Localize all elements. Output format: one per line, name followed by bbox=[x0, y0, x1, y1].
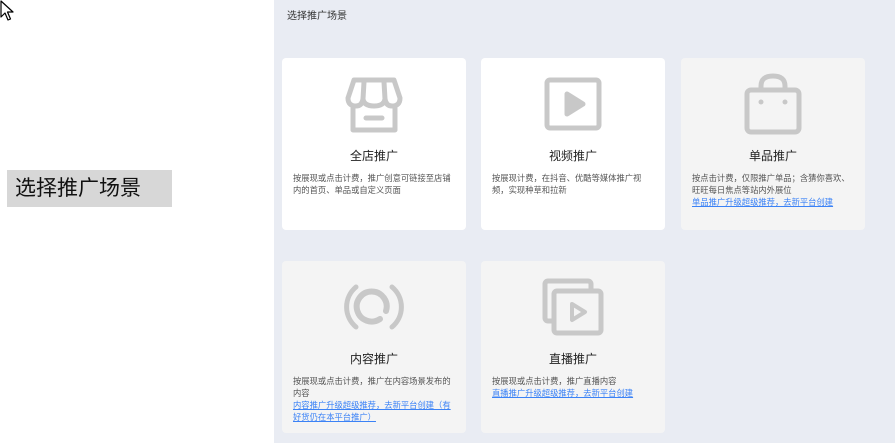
scene-card-content-promotion[interactable]: 内容推广 按展现或点击计费，推广在内容场景发布的内容 内容推广升级超级推荐，去新… bbox=[282, 261, 466, 433]
scene-card-store-promotion[interactable]: 全店推广 按展现或点击计费，推广创意可链接至店铺内的首页、单品或自定义页面 bbox=[282, 58, 466, 230]
card-description: 按展现或点击计费，推广直播内容 bbox=[492, 376, 617, 386]
content-ring-icon bbox=[344, 284, 404, 330]
scene-heading-label: 选择推广场景 bbox=[7, 170, 172, 207]
scene-selection-panel: 选择推广场景 全店推广 按展现或点击计费，推广创意可链接至店铺内的首页、单品或自… bbox=[274, 0, 895, 443]
card-title: 全店推广 bbox=[349, 149, 398, 163]
video-play-icon bbox=[544, 77, 602, 131]
scene-card-live-promotion[interactable]: 直播推广 按展现或点击计费，推广直播内容 直播推广升级超级推荐，去新平台创建 bbox=[481, 261, 665, 433]
shopping-bag-icon bbox=[744, 73, 802, 135]
card-description: 按展现计费，在抖音、优酷等媒体推广视频，实现种草和拉新 bbox=[492, 173, 642, 195]
storefront-icon bbox=[345, 77, 403, 133]
card-title: 视频推广 bbox=[548, 149, 597, 163]
upgrade-link-single-item[interactable]: 单品推广升级超级推荐，去新平台创建 bbox=[692, 196, 854, 208]
upgrade-link-live[interactable]: 直播推广升级超级推荐，去新平台创建 bbox=[492, 387, 654, 399]
card-title: 单品推广 bbox=[748, 149, 797, 163]
scene-card-single-item-promotion[interactable]: 单品推广 按点击计费，仅限推广单品；含猜你喜欢、旺旺每日焦点等站内外展位 单品推… bbox=[681, 58, 865, 230]
panel-title: 选择推广场景 bbox=[287, 11, 347, 22]
mouse-cursor-icon bbox=[0, 0, 14, 21]
card-description: 按展现或点击计费，推广创意可链接至店铺内的首页、单品或自定义页面 bbox=[293, 173, 451, 195]
live-stream-icon bbox=[542, 278, 604, 336]
card-title: 直播推广 bbox=[548, 352, 597, 366]
card-description: 按点击计费，仅限推广单品；含猜你喜欢、旺旺每日焦点等站内外展位 bbox=[692, 173, 850, 195]
upgrade-link-content[interactable]: 内容推广升级超级推荐，去新平台创建（有好货仍在本平台推广） bbox=[293, 399, 455, 423]
scene-card-video-promotion[interactable]: 视频推广 按展现计费，在抖音、优酷等媒体推广视频，实现种草和拉新 bbox=[481, 58, 665, 230]
card-title: 内容推广 bbox=[349, 352, 398, 366]
card-description: 按展现或点击计费，推广在内容场景发布的内容 bbox=[293, 376, 451, 398]
